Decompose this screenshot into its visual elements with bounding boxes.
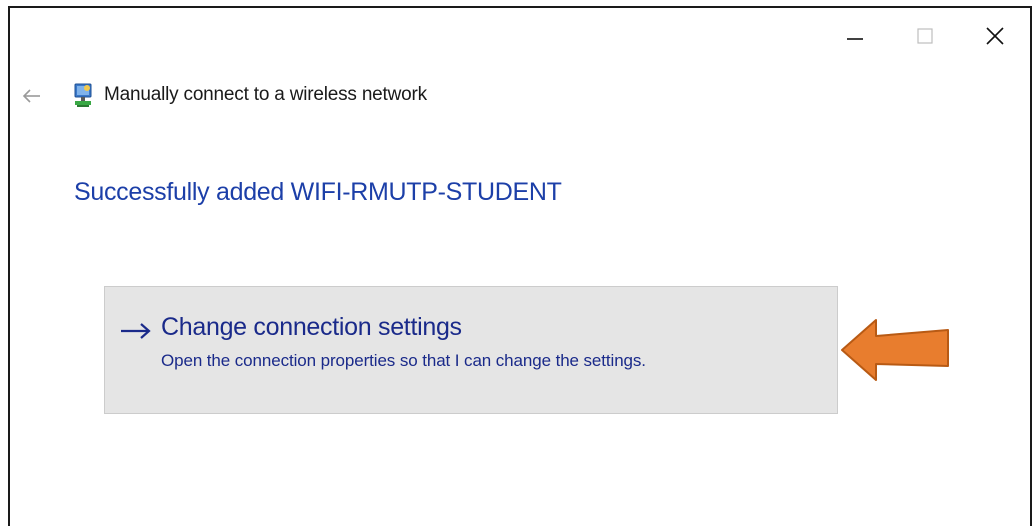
close-button[interactable] bbox=[960, 8, 1030, 64]
dialog-window: Manually connect to a wireless network S… bbox=[8, 6, 1032, 526]
network-icon bbox=[74, 83, 92, 107]
maximize-button[interactable] bbox=[890, 8, 960, 64]
header-row: Manually connect to a wireless network bbox=[72, 82, 427, 108]
titlebar-controls bbox=[820, 8, 1030, 64]
change-connection-settings-button[interactable]: Change connection settings Open the conn… bbox=[104, 286, 838, 414]
success-message: Successfully added WIFI-RMUTP-STUDENT bbox=[74, 178, 562, 206]
option-title: Change connection settings bbox=[161, 313, 462, 341]
window-title: Manually connect to a wireless network bbox=[104, 84, 427, 105]
orange-arrow-icon bbox=[841, 319, 949, 381]
maximize-icon bbox=[917, 28, 933, 44]
option-description: Open the connection properties so that I… bbox=[161, 351, 646, 370]
close-icon bbox=[986, 27, 1004, 45]
minimize-icon bbox=[847, 38, 863, 40]
arrow-right-icon bbox=[121, 323, 151, 339]
back-arrow-icon[interactable] bbox=[22, 86, 42, 106]
minimize-button[interactable] bbox=[820, 8, 890, 64]
